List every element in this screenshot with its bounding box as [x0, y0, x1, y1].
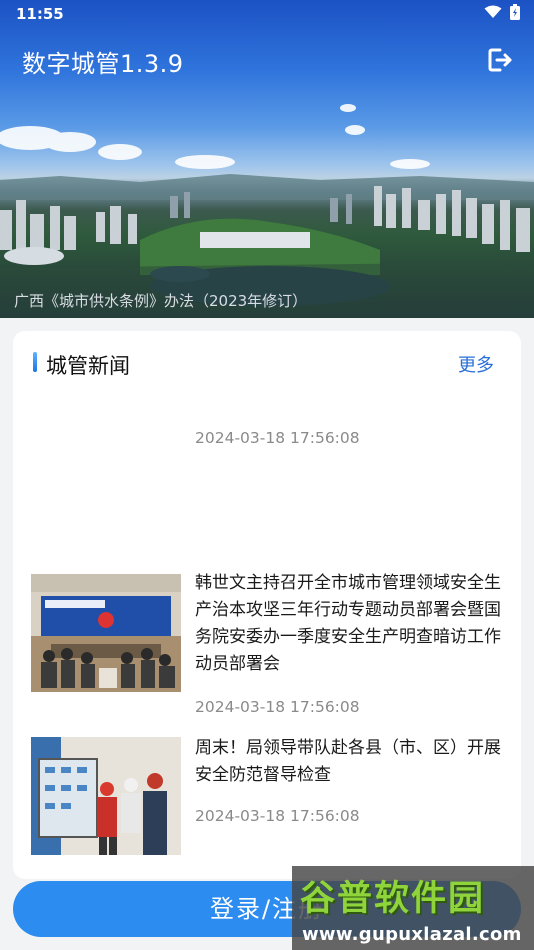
- news-item-date: 2024-03-18 17:56:08: [195, 429, 360, 447]
- news-item[interactable]: 2024-03-18 17:56:08: [13, 331, 521, 511]
- battery-icon: [510, 4, 520, 20]
- wifi-icon: [484, 5, 502, 18]
- watermark: 谷普软件园 www.gupuxlazal.com: [292, 866, 534, 950]
- news-thumbnail: [31, 574, 181, 692]
- logout-icon: [488, 48, 512, 72]
- banner[interactable]: 11:55 数字城管1.3.9 广西《城市供水条例》办法（2023年修订）: [0, 0, 534, 318]
- news-card: 城管新闻 更多 2024-03-18 17:56:08 韩世文主持召开全市城市管…: [13, 331, 521, 879]
- news-item-date: 2024-03-18 17:56:08: [195, 698, 360, 716]
- news-item[interactable]: 周末！局领导带队赴各县（市、区）开展安全防范督导检查 2024-03-18 17…: [13, 734, 521, 864]
- status-bar: 11:55: [0, 0, 534, 28]
- status-time: 11:55: [16, 5, 64, 23]
- news-item[interactable]: 韩世文主持召开全市城市管理领域安全生产治本攻坚三年行动专题动员部署会暨国务院安委…: [13, 571, 521, 721]
- news-thumbnail: [31, 737, 181, 855]
- status-icons: [484, 4, 520, 20]
- banner-caption[interactable]: 广西《城市供水条例》办法（2023年修订）: [14, 290, 307, 311]
- logout-button[interactable]: [486, 46, 514, 74]
- news-item-date: 2024-03-18 17:56:08: [195, 807, 360, 825]
- watermark-brand: 谷普软件园: [300, 879, 486, 919]
- watermark-url: www.gupuxlazal.com: [302, 924, 522, 945]
- app-title: 数字城管1.3.9: [22, 50, 184, 78]
- news-item-title: 韩世文主持召开全市城市管理领域安全生产治本攻坚三年行动专题动员部署会暨国务院安委…: [195, 573, 501, 674]
- news-item-title: 周末！局领导带队赴各县（市、区）开展安全防范督导检查: [195, 738, 501, 785]
